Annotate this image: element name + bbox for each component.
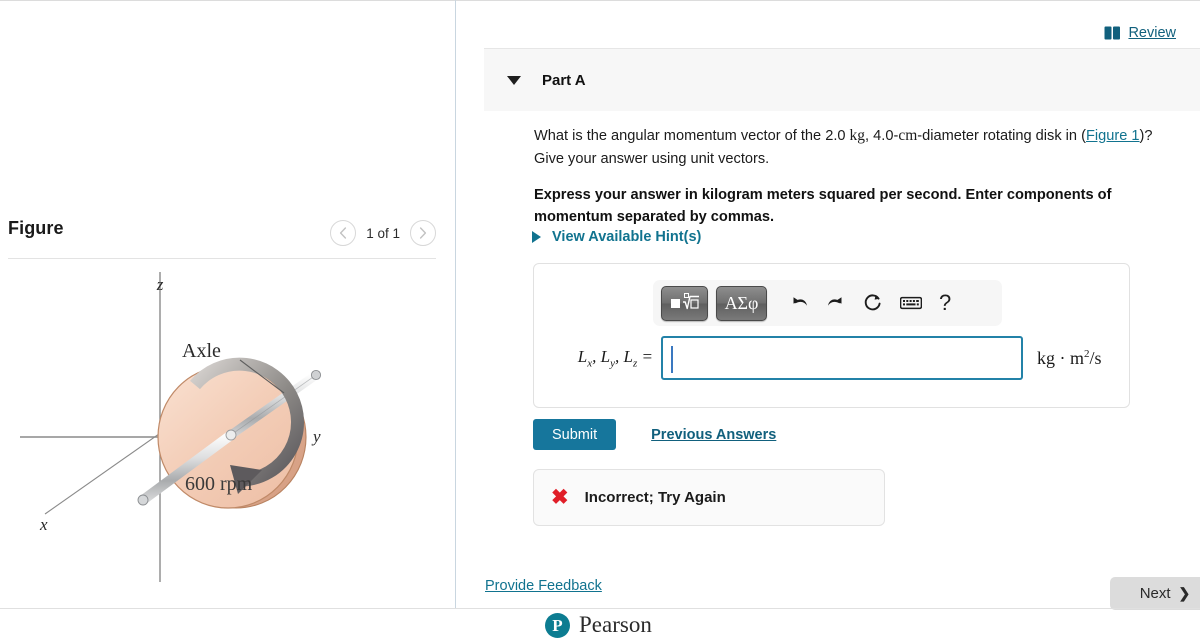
book-icon bbox=[1104, 26, 1121, 40]
question-line1-a: What is the angular momentum vector of t… bbox=[534, 128, 850, 144]
chevron-right-icon: ❯ bbox=[1178, 585, 1191, 601]
submit-row: Submit Previous Answers bbox=[533, 419, 776, 450]
units-m: m bbox=[1070, 347, 1085, 368]
figure-pager: 1 of 1 bbox=[330, 220, 436, 246]
review-link[interactable]: Review bbox=[1104, 25, 1176, 41]
part-a-label: Part A bbox=[542, 71, 586, 89]
pearson-mark: P bbox=[545, 612, 570, 638]
figure-next-button[interactable] bbox=[410, 220, 436, 246]
answer-units: kg · m2/s bbox=[1037, 348, 1102, 369]
unit-cm: cm bbox=[898, 127, 918, 144]
problem-pane: Review Part A What is the angular moment… bbox=[456, 0, 1200, 640]
keyboard-button[interactable] bbox=[900, 296, 922, 310]
unit-kg: kg bbox=[849, 127, 866, 144]
figure-page-count: 1 of 1 bbox=[366, 225, 400, 241]
question-line1-b: , 4.0- bbox=[865, 128, 899, 144]
caret-right-icon bbox=[532, 231, 541, 243]
question-body: What is the angular momentum vector of t… bbox=[534, 124, 1174, 229]
units-per-second: /s bbox=[1089, 347, 1102, 368]
caret-down-icon bbox=[507, 75, 521, 85]
figure-header: Figure 1 of 1 bbox=[8, 218, 436, 252]
question-line1-c: -diameter rotating disk in bbox=[917, 128, 1078, 144]
reset-circular-arrow-icon bbox=[864, 294, 881, 311]
view-hints-label: View Available Hint(s) bbox=[552, 229, 702, 245]
submit-button[interactable]: Submit bbox=[533, 419, 617, 450]
axle-label: Axle bbox=[182, 340, 221, 362]
figure-pane: Figure 1 of 1 z y x Axle 600 rpm bbox=[0, 0, 455, 640]
review-link-label: Review bbox=[1128, 25, 1176, 41]
pearson-wordmark: Pearson bbox=[579, 612, 652, 637]
template-button[interactable] bbox=[661, 285, 708, 321]
next-button[interactable]: Next ❯ bbox=[1110, 577, 1200, 610]
part-a-header[interactable]: Part A bbox=[484, 48, 1200, 111]
figure-title: Figure bbox=[8, 218, 64, 238]
template-icon bbox=[670, 293, 699, 310]
figure-image[interactable]: z y x Axle 600 rpm bbox=[0, 262, 455, 612]
answer-equals: = bbox=[637, 346, 653, 366]
answer-comma-2: , bbox=[615, 346, 624, 366]
figure-1-link[interactable]: Figure 1 bbox=[1086, 128, 1140, 144]
reset-button[interactable] bbox=[863, 293, 883, 313]
text-caret bbox=[671, 346, 673, 373]
math-toolbar: ΑΣφ ? bbox=[653, 280, 1002, 326]
provide-feedback-link[interactable]: Provide Feedback bbox=[485, 578, 602, 594]
pearson-logo: P Pearson bbox=[545, 612, 652, 638]
answer-label-L3: L bbox=[623, 346, 633, 366]
answer-label: Lx, Ly, Lz = bbox=[534, 347, 661, 369]
previous-answers-link[interactable]: Previous Answers bbox=[651, 427, 776, 443]
figure-header-divider bbox=[8, 258, 436, 259]
undo-arrow-icon bbox=[793, 297, 807, 306]
footer-divider bbox=[0, 608, 1200, 609]
undo-button[interactable] bbox=[789, 294, 809, 312]
figure-prev-button[interactable] bbox=[330, 220, 357, 246]
keyboard-icon bbox=[900, 296, 922, 310]
answer-label-L1: L bbox=[577, 346, 588, 366]
units-dot: · bbox=[1055, 347, 1070, 368]
answer-card: ΑΣφ ? Lx, Ly, Lz = kg · m2/s bbox=[533, 263, 1130, 408]
help-button[interactable]: ? bbox=[939, 292, 951, 314]
view-hints-toggle[interactable]: View Available Hint(s) bbox=[532, 229, 701, 245]
chevron-left-icon bbox=[340, 227, 347, 239]
redo-arrow-icon bbox=[828, 297, 842, 306]
greek-letters-button[interactable]: ΑΣφ bbox=[716, 285, 767, 321]
answer-input[interactable] bbox=[661, 336, 1023, 380]
rpm-label: 600 rpm bbox=[185, 473, 253, 495]
answer-row: Lx, Ly, Lz = kg · m2/s bbox=[534, 336, 1129, 380]
question-instruction: Express your answer in kilogram meters s… bbox=[534, 186, 1112, 225]
question-text: What is the angular momentum vector of t… bbox=[534, 124, 1174, 170]
next-button-label: Next bbox=[1139, 585, 1171, 602]
axis-z-label: z bbox=[156, 275, 164, 294]
page-root: Figure 1 of 1 z y x Axle 600 rpm Review … bbox=[0, 0, 1200, 640]
redo-button[interactable] bbox=[826, 294, 846, 312]
axis-x-label: x bbox=[39, 515, 48, 534]
units-kg: kg bbox=[1037, 347, 1055, 368]
rotating-disk-diagram: z y x Axle 600 rpm bbox=[20, 272, 322, 582]
axis-y-label: y bbox=[311, 427, 321, 446]
feedback-status-box: ✖ Incorrect; Try Again bbox=[533, 469, 885, 526]
chevron-right-icon bbox=[419, 227, 427, 239]
answer-label-L2: L bbox=[600, 346, 611, 366]
feedback-status-text: Incorrect; Try Again bbox=[584, 489, 726, 506]
x-icon: ✖ bbox=[551, 486, 569, 509]
answer-comma-1: , bbox=[592, 346, 601, 366]
